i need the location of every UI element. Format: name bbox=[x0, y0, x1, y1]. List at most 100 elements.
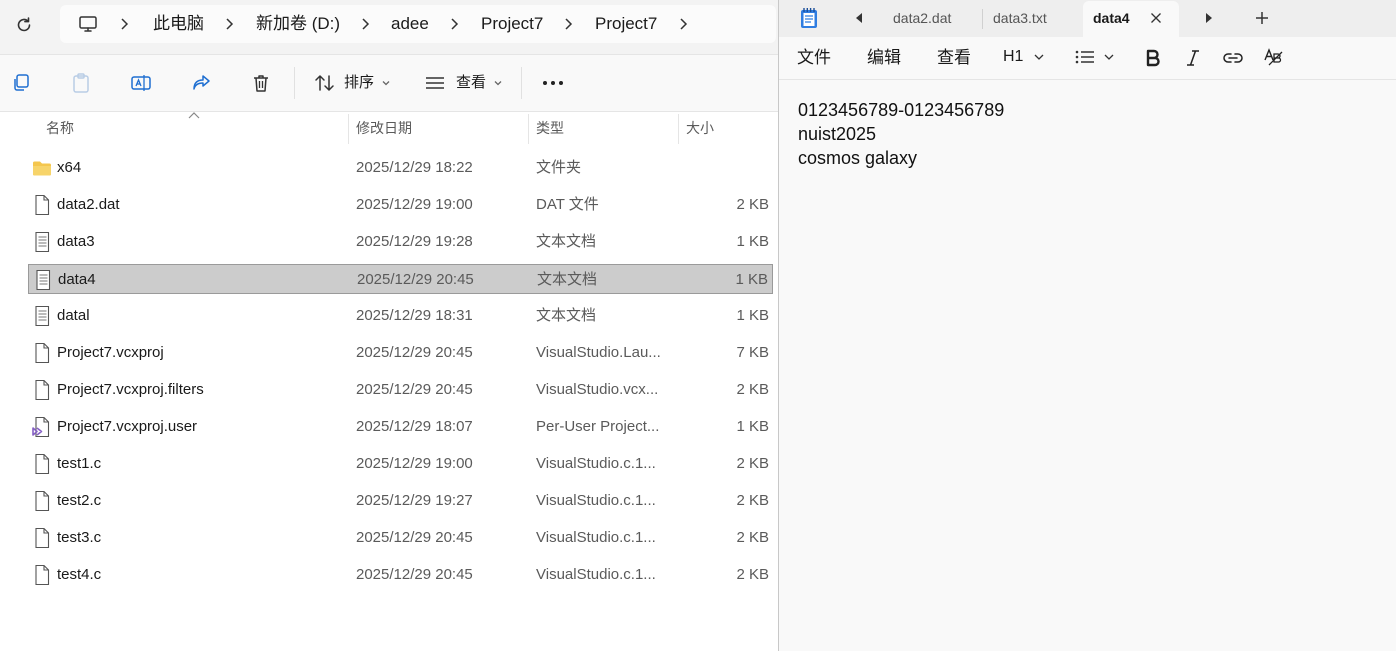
chevron-right-icon[interactable] bbox=[359, 17, 371, 31]
file-name: test2.c bbox=[57, 492, 102, 509]
bold-button[interactable] bbox=[1141, 46, 1165, 70]
file-row[interactable]: test2.c 2025/12/29 19:27 VisualStudio.c.1.… bbox=[28, 486, 773, 516]
sort-button[interactable]: 排序 bbox=[310, 55, 400, 111]
file-modified-date: 2025/12/29 18:31 bbox=[356, 307, 473, 324]
file-type: VisualStudio.vcx... bbox=[536, 381, 659, 398]
tab-data4-active[interactable]: data4 bbox=[1083, 1, 1179, 37]
file-type: 文本文档 bbox=[537, 271, 598, 288]
chevron-right-icon[interactable] bbox=[448, 17, 460, 31]
column-divider[interactable] bbox=[678, 114, 679, 144]
file-modified-date: 2025/12/29 18:22 bbox=[356, 159, 473, 176]
tab-data3-txt[interactable]: data3.txt bbox=[993, 0, 1047, 37]
file-row[interactable]: data2.dat 2025/12/29 19:00 DAT 文件 2 KB bbox=[28, 190, 773, 220]
bold-icon bbox=[1146, 49, 1160, 67]
toolbar-divider bbox=[294, 67, 295, 99]
paste-button[interactable] bbox=[68, 70, 94, 96]
chevron-down-icon bbox=[1034, 54, 1044, 60]
more-options-button[interactable] bbox=[540, 70, 566, 96]
chevron-down-icon bbox=[382, 81, 390, 86]
file-size: 1 KB bbox=[736, 418, 769, 435]
file-icon bbox=[32, 342, 52, 364]
menu-file[interactable]: 文件 bbox=[797, 37, 831, 79]
close-icon[interactable] bbox=[1150, 12, 1162, 24]
notepad-tab-bar: data2.dat data3.txt data4 bbox=[779, 0, 1396, 37]
command-bar: 排序 查看 bbox=[0, 55, 778, 112]
file-row[interactable]: Project7.vcxproj 2025/12/29 20:45 VisualSt… bbox=[28, 338, 773, 368]
breadcrumb-item-this-pc[interactable]: 此电脑 bbox=[153, 5, 204, 43]
file-row[interactable]: Project7.vcxproj.filters 2025/12/29 20:45… bbox=[28, 375, 773, 405]
file-name: test1.c bbox=[57, 455, 102, 472]
view-button[interactable]: 查看 bbox=[420, 55, 510, 111]
file-row[interactable]: Project7.vcxproj.user 2025/12/29 18:07 Per… bbox=[28, 412, 773, 442]
trash-icon bbox=[254, 75, 268, 92]
column-header-type[interactable]: 类型 bbox=[536, 112, 564, 146]
file-modified-date: 2025/12/29 20:45 bbox=[356, 529, 473, 546]
refresh-button[interactable] bbox=[11, 12, 37, 38]
address-bar: 此电脑 新加卷 (D:) adee Project7 Project7 bbox=[0, 0, 778, 55]
breadcrumb-item-adee[interactable]: adee bbox=[391, 5, 429, 43]
file-name: data2.dat bbox=[57, 196, 120, 213]
file-name: datal bbox=[57, 307, 90, 324]
breadcrumb: 此电脑 新加卷 (D:) adee Project7 Project7 bbox=[60, 5, 776, 43]
menu-view[interactable]: 查看 bbox=[937, 37, 971, 79]
link-button[interactable] bbox=[1221, 46, 1245, 70]
chevron-right-icon[interactable] bbox=[223, 17, 235, 31]
delete-button[interactable] bbox=[248, 70, 274, 96]
more-icon bbox=[543, 81, 563, 85]
file-modified-date: 2025/12/29 20:45 bbox=[357, 271, 474, 288]
new-tab-icon[interactable] bbox=[1255, 11, 1269, 25]
chevron-right-icon[interactable] bbox=[118, 17, 130, 31]
italic-button[interactable] bbox=[1181, 46, 1205, 70]
tab-data2-dat[interactable]: data2.dat bbox=[893, 0, 951, 37]
file-type: VisualStudio.c.1... bbox=[536, 529, 656, 546]
column-divider[interactable] bbox=[348, 114, 349, 144]
list-dropdown[interactable] bbox=[1073, 37, 1123, 79]
file-name: test3.c bbox=[57, 529, 102, 546]
file-row-selected[interactable]: data4 2025/12/29 20:45 文本文档 1 KB bbox=[28, 264, 773, 294]
rename-button[interactable] bbox=[128, 70, 154, 96]
scroll-tabs-left-icon[interactable] bbox=[854, 12, 864, 24]
spellcheck-button[interactable] bbox=[1261, 46, 1285, 70]
file-name: data3 bbox=[57, 233, 95, 250]
file-name: data4 bbox=[58, 271, 96, 288]
view-icon bbox=[426, 77, 444, 89]
column-divider[interactable] bbox=[528, 114, 529, 144]
file-modified-date: 2025/12/29 19:00 bbox=[356, 455, 473, 472]
file-modified-date: 2025/12/29 20:45 bbox=[356, 381, 473, 398]
file-row[interactable]: test1.c 2025/12/29 19:00 VisualStudio.c.1.… bbox=[28, 449, 773, 479]
chevron-right-icon[interactable] bbox=[677, 17, 689, 31]
file-row[interactable]: test3.c 2025/12/29 20:45 VisualStudio.c.1.… bbox=[28, 523, 773, 553]
rename-icon bbox=[131, 75, 151, 91]
file-row[interactable]: datal 2025/12/29 18:31 文本文档 1 KB bbox=[28, 301, 773, 331]
file-row[interactable]: data3 2025/12/29 19:28 文本文档 1 KB bbox=[28, 227, 773, 257]
breadcrumb-item-drive[interactable]: 新加卷 (D:) bbox=[256, 5, 340, 43]
notepad-menu-bar: 文件 编辑 查看 H1 bbox=[779, 37, 1396, 80]
file-row[interactable]: test4.c 2025/12/29 20:45 VisualStudio.c.1.… bbox=[28, 560, 773, 590]
copy-button[interactable] bbox=[8, 70, 34, 96]
column-header-name[interactable]: 名称 bbox=[46, 112, 74, 146]
computer-icon[interactable] bbox=[78, 14, 98, 34]
file-type: Per-User Project... bbox=[536, 418, 660, 435]
notepad-text-area[interactable]: 0123456789-0123456789 nuist2025 cosmos g… bbox=[779, 80, 1396, 651]
chevron-right-icon[interactable] bbox=[562, 17, 574, 31]
file-modified-date: 2025/12/29 19:28 bbox=[356, 233, 473, 250]
breadcrumb-item-project7-current[interactable]: Project7 bbox=[595, 5, 657, 43]
file-row[interactable]: x64 2025/12/29 18:22 文件夹 bbox=[28, 153, 773, 183]
breadcrumb-item-project7[interactable]: Project7 bbox=[481, 5, 543, 43]
heading-dropdown[interactable]: H1 bbox=[1003, 37, 1053, 79]
notepad-app-icon bbox=[801, 8, 817, 28]
column-header-size[interactable]: 大小 bbox=[686, 112, 714, 146]
text-line: 0123456789-0123456789 bbox=[798, 100, 1005, 120]
scroll-tabs-right-icon[interactable] bbox=[1204, 12, 1214, 24]
sort-ascending-icon bbox=[188, 112, 200, 119]
file-name: Project7.vcxproj.user bbox=[57, 418, 198, 435]
view-label: 查看 bbox=[456, 74, 487, 91]
column-header-date[interactable]: 修改日期 bbox=[356, 112, 412, 146]
file-size: 2 KB bbox=[736, 196, 769, 213]
file-modified-date: 2025/12/29 20:45 bbox=[356, 344, 473, 361]
share-button[interactable] bbox=[188, 70, 214, 96]
file-type: 文本文档 bbox=[536, 307, 597, 324]
file-size: 1 KB bbox=[735, 271, 768, 288]
menu-edit[interactable]: 编辑 bbox=[867, 37, 901, 79]
file-icon bbox=[32, 453, 52, 475]
